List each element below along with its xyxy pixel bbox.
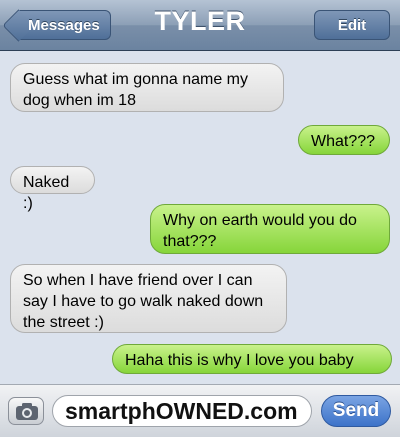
sent-message: What??? bbox=[298, 125, 390, 155]
received-message: Guess what im gonna name my dog when im … bbox=[10, 63, 284, 112]
received-message: Naked :) bbox=[10, 166, 95, 212]
sent-message: Haha this is why I love you baby bbox=[112, 344, 392, 374]
message-input[interactable]: smartphOWNED.com bbox=[52, 395, 312, 427]
sent-message: Why on earth would you do that??? bbox=[150, 204, 390, 254]
camera-icon bbox=[16, 403, 38, 420]
received-message: So when I have friend over I can say I h… bbox=[10, 264, 287, 333]
send-button[interactable]: Send bbox=[321, 395, 391, 427]
nav-bar: Messages TYLER Edit bbox=[0, 0, 400, 51]
camera-button[interactable] bbox=[8, 397, 44, 425]
edit-button[interactable]: Edit bbox=[314, 10, 390, 40]
composer-bar: smartphOWNED.com Send bbox=[0, 384, 400, 437]
